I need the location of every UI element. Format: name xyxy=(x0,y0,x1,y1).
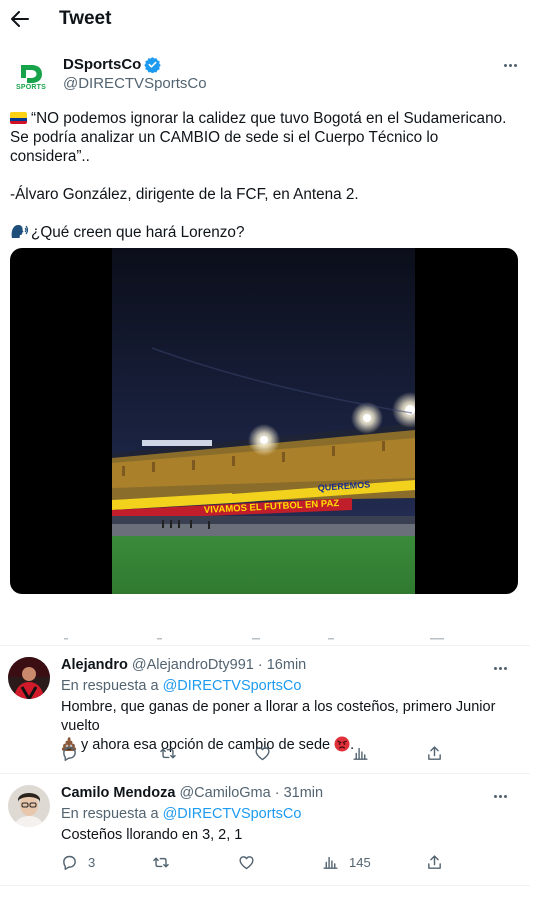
views-button[interactable]: 145 xyxy=(322,852,371,872)
views-count: 145 xyxy=(349,854,371,870)
share-icon xyxy=(428,854,441,869)
reply-time[interactable]: · 31min xyxy=(275,785,323,801)
more-icon[interactable] xyxy=(490,789,510,803)
reply-author-name[interactable]: Alejandro xyxy=(61,657,128,673)
author-name[interactable]: DSportsCo xyxy=(63,56,141,73)
like-button[interactable] xyxy=(254,743,281,763)
more-icon[interactable] xyxy=(490,661,510,675)
reply-author-name[interactable]: Camilo Mendoza xyxy=(61,785,175,801)
like-button[interactable] xyxy=(238,852,265,872)
views-icon xyxy=(353,747,368,760)
tweet-paragraph: -Álvaro González, dirigente de la FCF, e… xyxy=(10,186,359,203)
share-button[interactable] xyxy=(426,852,443,872)
reply-author-handle[interactable]: @CamiloGma xyxy=(179,785,270,801)
speaking-head-icon xyxy=(11,224,29,238)
share-button[interactable] xyxy=(426,743,443,763)
back-arrow-icon[interactable] xyxy=(10,9,30,29)
timeline-strip xyxy=(0,627,530,640)
reply-button[interactable]: 3 xyxy=(61,852,95,872)
avatar[interactable] xyxy=(8,785,50,827)
retweet-icon xyxy=(160,748,176,758)
verified-badge-icon xyxy=(144,57,162,73)
reply-item[interactable]: Alejandro @AlejandroDty991 · 16min En re… xyxy=(0,657,530,773)
retweet-icon xyxy=(153,857,169,867)
top-bar: Tweet xyxy=(0,0,530,38)
colombia-flag-icon xyxy=(10,112,27,124)
tweet-text: “NO podemos ignorar la calidez que tuvo … xyxy=(10,109,520,242)
reply-count: 3 xyxy=(88,854,96,870)
reply-button[interactable] xyxy=(61,743,88,763)
author-handle[interactable]: @DIRECTVSportsCo xyxy=(63,75,207,92)
views-button[interactable] xyxy=(352,743,379,763)
tweet-video[interactable]: QUEREMOS VIVAMOS EL FUTBOL EN PAZ xyxy=(10,248,518,594)
reply-header: Alejandro @AlejandroDty991 · 16min xyxy=(61,657,306,673)
avatar[interactable] xyxy=(8,657,50,699)
replying-to-link[interactable]: @DIRECTVSportsCo xyxy=(163,806,302,822)
divider xyxy=(0,645,530,646)
dsports-logo-icon xyxy=(21,65,42,83)
more-icon[interactable] xyxy=(500,58,520,72)
retweet-button[interactable] xyxy=(152,852,180,872)
retweet-button[interactable] xyxy=(159,743,187,763)
replying-to: En respuesta a @DIRECTVSportsCo xyxy=(61,806,302,822)
share-icon xyxy=(428,745,441,760)
reply-item[interactable]: Camilo Mendoza @CamiloGma · 31min En res… xyxy=(0,785,530,885)
tweet-paragraph: ¿Qué creen que hará Lorenzo? xyxy=(10,223,520,242)
reply-text: Costeños llorando en 3, 2, 1 xyxy=(61,827,243,843)
like-icon xyxy=(239,855,254,869)
logo-text: SPORTS xyxy=(16,84,46,91)
tweet-paragraph: “NO podemos ignorar la calidez que tuvo … xyxy=(10,110,507,165)
replying-to-link[interactable]: @DIRECTVSportsCo xyxy=(163,678,302,694)
views-icon xyxy=(323,856,338,869)
page-title: Tweet xyxy=(59,8,112,29)
reply-time[interactable]: · 16min xyxy=(258,657,306,673)
reply-actions xyxy=(61,743,451,763)
reply-icon xyxy=(63,855,76,870)
divider xyxy=(0,885,530,886)
divider xyxy=(0,773,530,774)
tweet-author: SPORTS DSportsCo @DIRECTVSportsCo xyxy=(10,52,530,98)
reply-actions: 3 145 xyxy=(61,852,451,872)
replying-to: En respuesta a @DIRECTVSportsCo xyxy=(61,678,302,694)
video-frame: QUEREMOS VIVAMOS EL FUTBOL EN PAZ xyxy=(112,248,428,594)
like-icon xyxy=(255,746,270,760)
author-name-row[interactable]: DSportsCo xyxy=(63,56,162,73)
author-avatar[interactable]: SPORTS xyxy=(10,56,52,98)
reply-author-handle[interactable]: @AlejandroDty991 xyxy=(132,657,254,673)
reply-icon xyxy=(63,746,76,761)
reply-header: Camilo Mendoza @CamiloGma · 31min xyxy=(61,785,323,801)
